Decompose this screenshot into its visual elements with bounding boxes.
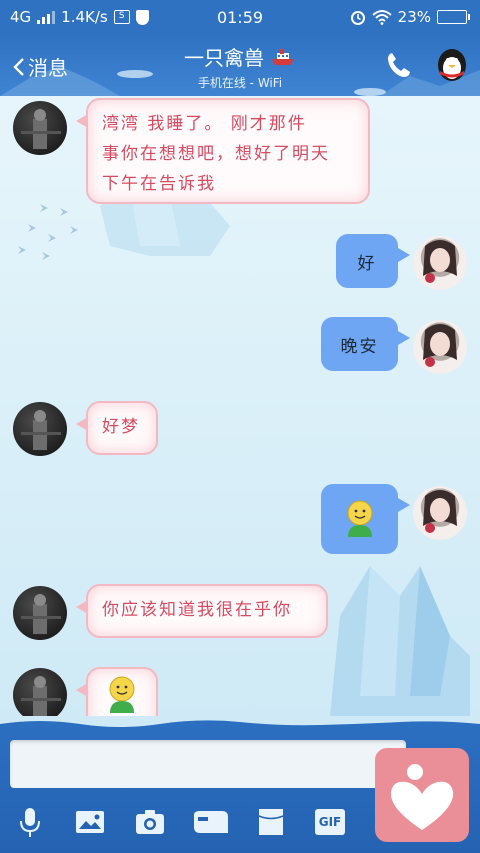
message-bubble-sent[interactable]: 晚安 [321,317,410,371]
chat-header: 消息 一只禽兽 手机在线 - WiFi [0,34,480,96]
camera-icon [136,810,164,834]
red-packet-button[interactable] [192,806,230,838]
wifi-icon [371,10,392,25]
smiley-emoji-icon [109,676,135,713]
gif-label: GIF [318,815,342,829]
message-text: 你应该知道我很在乎你 [102,600,292,620]
alarm-icon [350,11,365,25]
my-avatar[interactable] [413,236,467,290]
contact-avatar[interactable] [13,101,67,155]
phone-icon [388,53,410,77]
sim-icon: S [113,10,130,24]
contact-name: 一只禽兽 [184,46,264,70]
camera-button[interactable] [134,806,166,838]
message-bubble-received[interactable] [76,667,158,716]
status-right: 23% [350,8,470,26]
voice-button[interactable] [14,806,46,838]
heart-person-icon [390,764,454,830]
my-avatar-image [423,324,457,367]
contact-avatar[interactable] [13,668,67,716]
contact-avatar[interactable] [13,586,67,640]
message-bubble-sent[interactable] [321,484,410,554]
signal-icon [37,10,56,24]
emotion-button[interactable] [375,748,469,842]
file-button[interactable] [255,806,287,838]
message-text: 晚安 [340,336,379,357]
input-panel: GIF [0,716,480,853]
red-packet-icon [194,811,228,833]
photo-icon [76,811,104,833]
message-bubble-received[interactable]: 你应该知道我很在乎你 [76,584,328,638]
battery-icon [437,10,470,24]
message-text: 好 [357,253,377,274]
contact-avatar-image [21,676,61,716]
my-avatar[interactable] [413,320,467,374]
call-button[interactable] [384,50,414,80]
contact-avatar[interactable] [13,402,67,456]
my-avatar-image [423,240,457,283]
message-bubble-sent[interactable]: 好 [336,234,410,288]
smiley-emoji-icon [347,500,372,537]
contact-avatar-image [21,109,61,149]
network-speed: 1.4K/s [61,8,108,26]
message-input[interactable] [10,740,406,788]
my-avatar-image [423,490,457,533]
penguin-icon [438,49,466,81]
status-left: 4G 1.4K/s S [10,8,149,26]
input-toolbar: GIF [0,806,380,848]
ship-icon [272,48,294,65]
battery-percent: 23% [397,8,431,26]
ice-edge-decoration [0,716,480,727]
photo-button[interactable] [74,806,106,838]
microphone-icon [20,808,40,837]
message-text-line: 湾湾 我睡了。 刚才那件 [102,114,307,134]
file-icon [258,809,284,835]
profile-button[interactable] [432,44,472,84]
contact-title[interactable]: 一只禽兽 [184,42,296,71]
shield-icon [135,9,149,25]
gif-button[interactable]: GIF [314,806,346,838]
message-bubble-received[interactable]: 好梦 [76,401,158,455]
network-type: 4G [10,8,32,26]
message-text: 好梦 [102,417,140,437]
my-avatar[interactable] [413,486,467,540]
contact-avatar-image [21,410,61,450]
message-list[interactable]: 湾湾 我睡了。 刚才那件 事你在想想吧，想好了明天 下午在告诉我 好 晚安 好梦 [0,96,480,716]
contact-avatar-image [21,594,61,634]
message-text-line: 事你在想想吧，想好了明天 [102,144,330,164]
message-bubble-received[interactable]: 湾湾 我睡了。 刚才那件 事你在想想吧，想好了明天 下午在告诉我 [76,98,370,204]
status-bar: 4G 1.4K/s S 01:59 23% [0,0,480,34]
message-text-line: 下午在告诉我 [102,174,216,194]
